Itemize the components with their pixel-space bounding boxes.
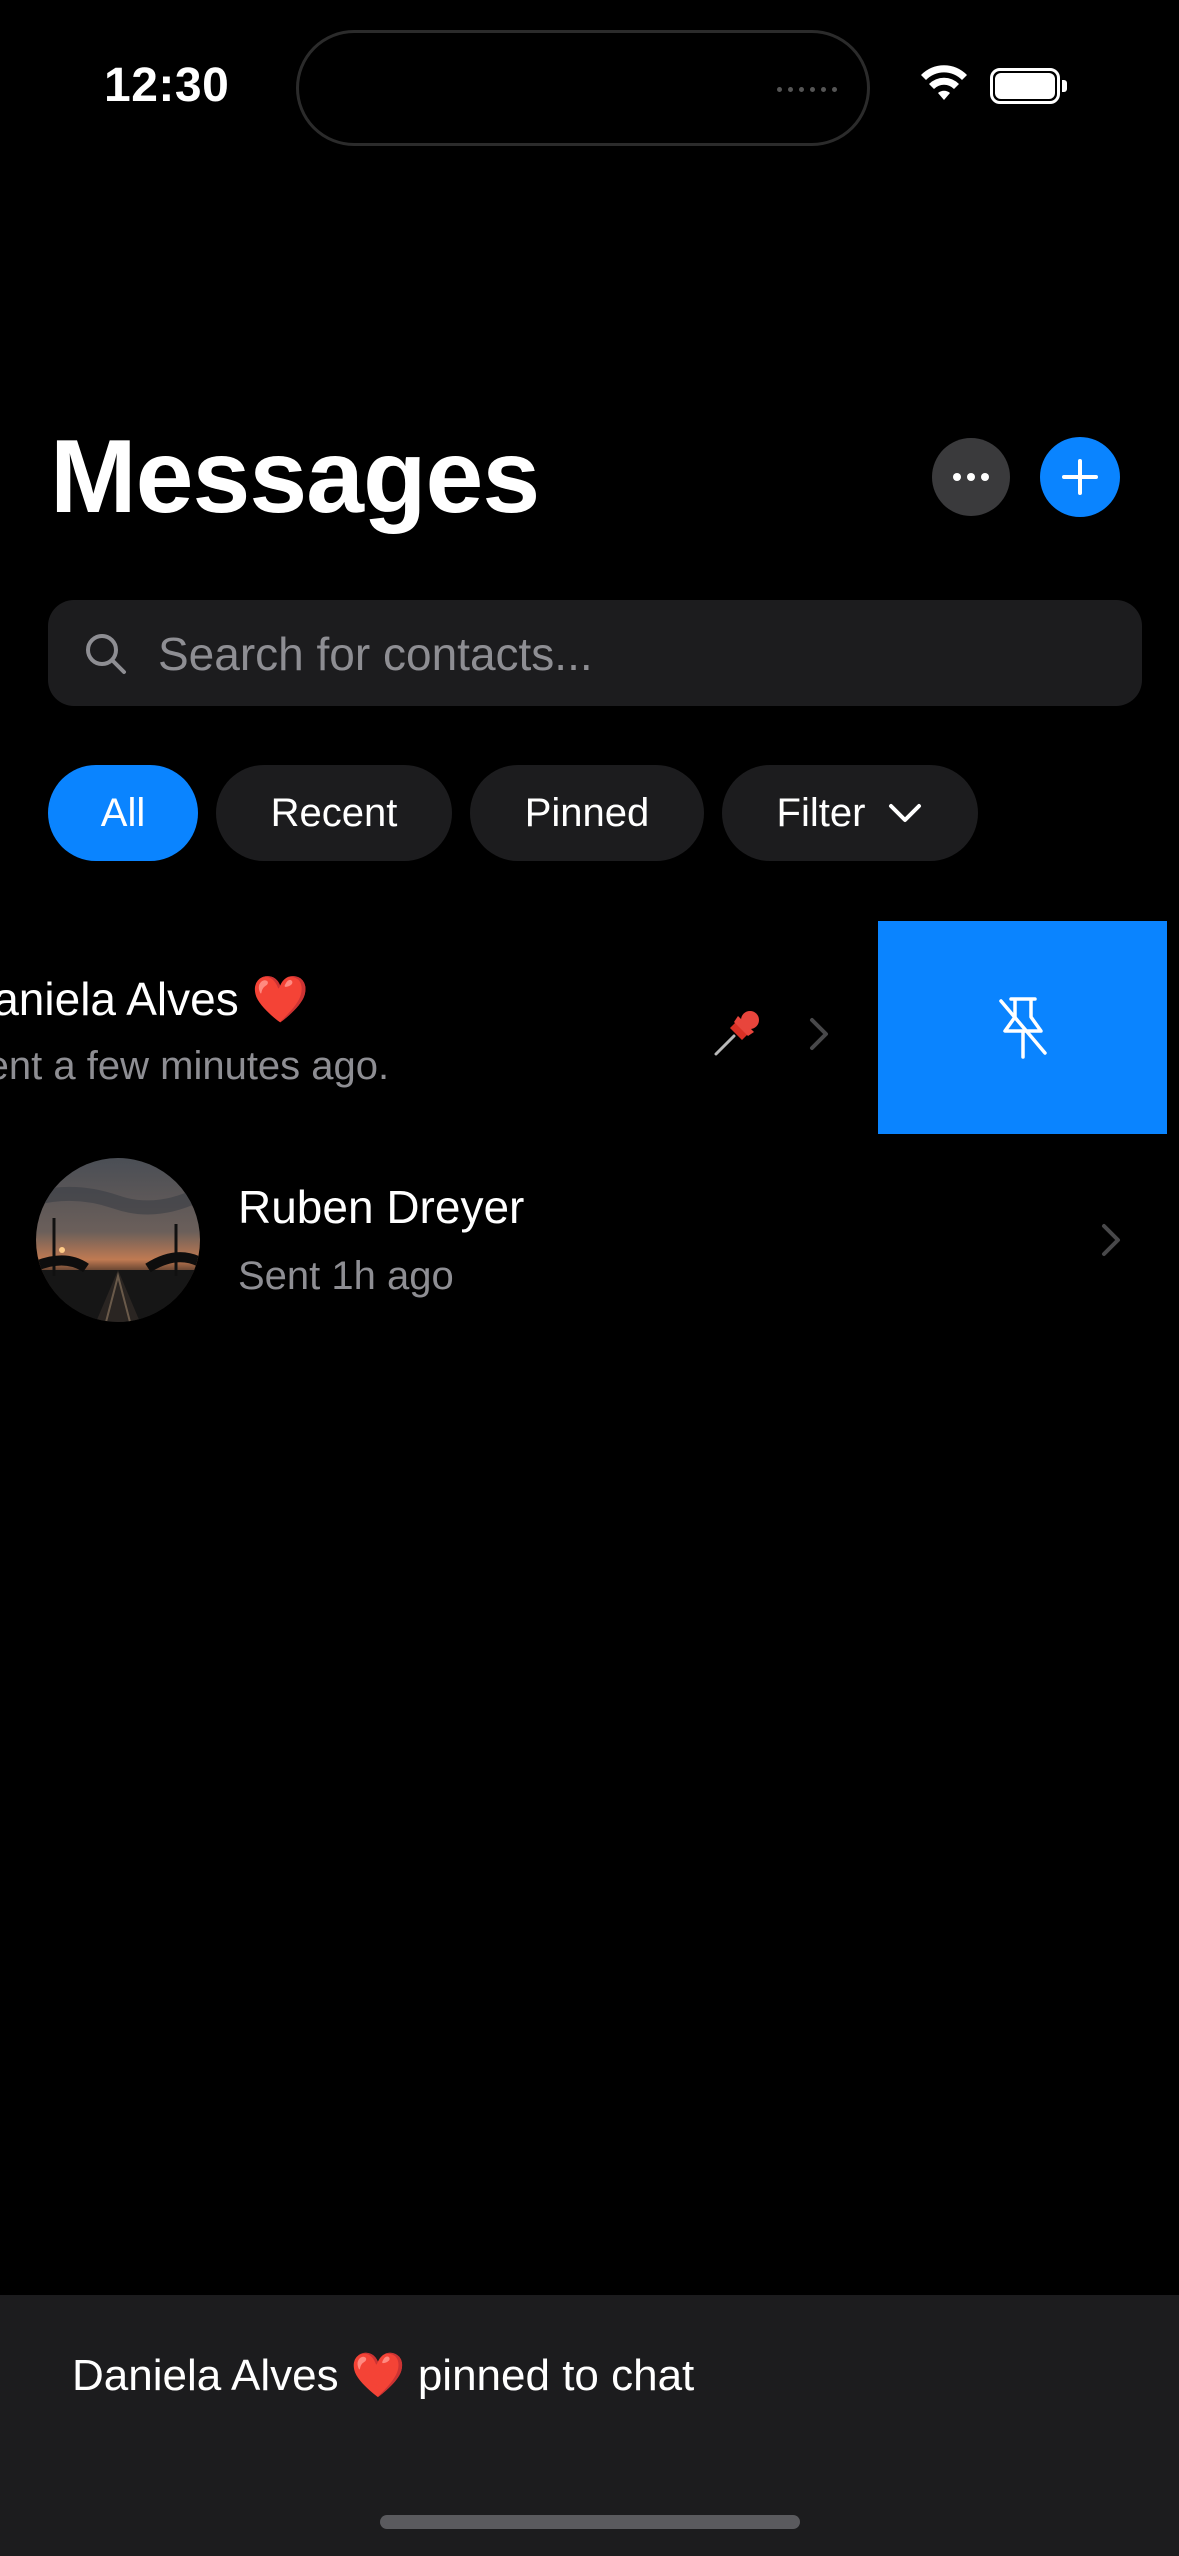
unpin-button[interactable] bbox=[878, 921, 1167, 1134]
chip-filter-label: Filter bbox=[776, 790, 866, 835]
chevron-right-icon bbox=[1102, 1224, 1120, 1256]
chip-pinned[interactable]: Pinned bbox=[470, 765, 704, 861]
chip-all[interactable]: All bbox=[48, 765, 198, 861]
search-bar[interactable] bbox=[48, 600, 1142, 708]
toast-message: Daniela Alves ❤️ pinned to chat bbox=[72, 2351, 695, 2400]
chip-filter[interactable]: Filter bbox=[722, 765, 978, 861]
unpin-icon bbox=[998, 996, 1047, 1059]
conversation-name: Daniela Alves ❤️ bbox=[0, 973, 309, 1025]
more-icon bbox=[953, 473, 961, 481]
chevron-down-icon bbox=[889, 804, 922, 822]
chip-recent[interactable]: Recent bbox=[216, 765, 452, 861]
search-input[interactable] bbox=[156, 600, 1100, 708]
avatar bbox=[36, 1158, 200, 1322]
more-button[interactable] bbox=[932, 438, 1010, 516]
conversation-name: Ruben Dreyer bbox=[238, 1181, 525, 1233]
conversation-row-ruben[interactable]: Ruben Dreyer Sent 1h ago bbox=[0, 1150, 1179, 1330]
conversation-subtitle: Sent 1h ago bbox=[238, 1254, 454, 1298]
wifi-icon bbox=[921, 65, 967, 100]
new-message-button[interactable] bbox=[1040, 437, 1120, 517]
conversation-subtitle: Sent a few minutes ago. bbox=[0, 1044, 390, 1088]
island-camera-dots bbox=[777, 87, 837, 92]
search-icon bbox=[86, 634, 126, 674]
plus-icon bbox=[1062, 459, 1098, 495]
home-indicator[interactable] bbox=[380, 2515, 800, 2529]
battery-icon bbox=[990, 68, 1068, 104]
status-time: 12:30 bbox=[104, 59, 230, 112]
pin-icon bbox=[714, 1011, 759, 1056]
dynamic-island bbox=[296, 30, 870, 146]
page-title: Messages bbox=[50, 419, 540, 535]
chevron-right-icon bbox=[810, 1018, 828, 1050]
